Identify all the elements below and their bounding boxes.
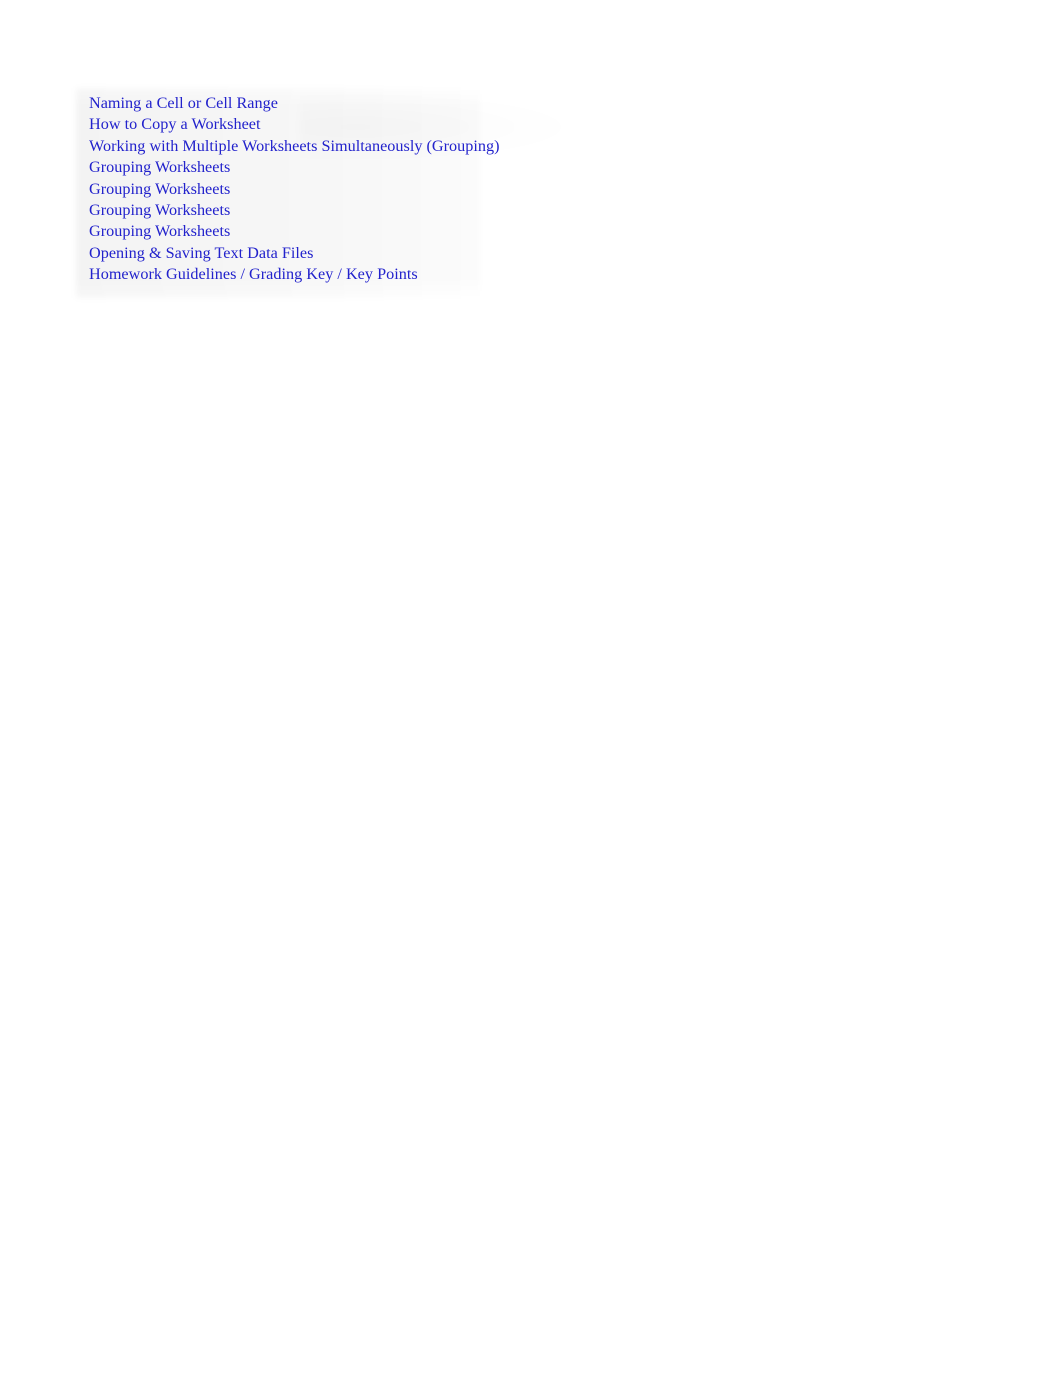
document-link-how-to-copy-a-worksheet[interactable]: How to Copy a Worksheet xyxy=(89,114,500,135)
document-link-grouping-worksheets-1[interactable]: Grouping Worksheets xyxy=(89,157,500,178)
document-link-naming-a-cell-or-cell-range[interactable]: Naming a Cell or Cell Range xyxy=(89,93,500,114)
document-link-opening-and-saving-text-data-files[interactable]: Opening & Saving Text Data Files xyxy=(89,243,500,264)
document-link-working-with-multiple-worksheets-simultaneously[interactable]: Working with Multiple Worksheets Simulta… xyxy=(89,136,500,157)
document-link-grouping-worksheets-2[interactable]: Grouping Worksheets xyxy=(89,179,500,200)
document-link-grouping-worksheets-3[interactable]: Grouping Worksheets xyxy=(89,200,500,221)
document-link-homework-guidelines-grading-key-key-points[interactable]: Homework Guidelines / Grading Key / Key … xyxy=(89,264,500,285)
document-link-grouping-worksheets-4[interactable]: Grouping Worksheets xyxy=(89,221,500,242)
document-link-list: Naming a Cell or Cell Range How to Copy … xyxy=(89,93,500,286)
